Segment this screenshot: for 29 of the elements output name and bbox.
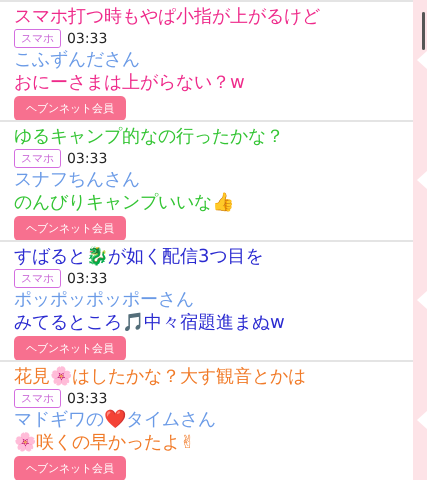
caption-text: すばると🐉が如く配信3つ目を [14, 246, 264, 268]
device-tag: スマホ [14, 389, 61, 408]
triangle-icon [417, 51, 427, 69]
caption-text: ゆるキャンプ的なの行ったかな？ [14, 126, 285, 148]
caption-text: おにーさまは上がらない？w [14, 72, 246, 94]
caption-text: みてるところ🎵中々宿題進まぬw [14, 312, 286, 334]
comment-time: 03:33 [67, 150, 108, 166]
caption-text: スマホ打つ時もやぱ小指が上がるけど [14, 6, 321, 28]
triangle-icon [417, 171, 427, 189]
scrollbar-thumb[interactable] [422, 12, 425, 50]
member-badge: ヘブンネット会員 [14, 456, 126, 480]
device-tag: スマホ [14, 269, 61, 288]
caption-text: 花見🌸はしたかな？大す観音とかは [14, 366, 307, 388]
device-tag: スマホ [14, 149, 61, 168]
device-tag: スマホ [14, 29, 61, 48]
commenter-name[interactable]: こふずんださん [14, 49, 413, 71]
triangle-icon [417, 291, 427, 309]
triangle-icon [417, 411, 427, 429]
caption-text: 🌸咲くの早かったよ✌ [14, 432, 196, 454]
member-badge: ヘブンネット会員 [14, 96, 126, 121]
caption-text: のんびりキャンプいいな👍 [14, 192, 235, 214]
comment-time: 03:33 [67, 390, 108, 406]
commenter-name[interactable]: マドギワの❤タイムさん [14, 409, 413, 431]
commenter-name[interactable]: スナフちんさん [14, 169, 413, 191]
comment-time: 03:33 [67, 270, 108, 286]
member-badge: ヘブンネット会員 [14, 336, 126, 361]
commenter-name[interactable]: ポッポッポッポーさん [14, 289, 413, 311]
comment-time: 03:33 [67, 30, 108, 46]
member-badge: ヘブンネット会員 [14, 216, 126, 241]
